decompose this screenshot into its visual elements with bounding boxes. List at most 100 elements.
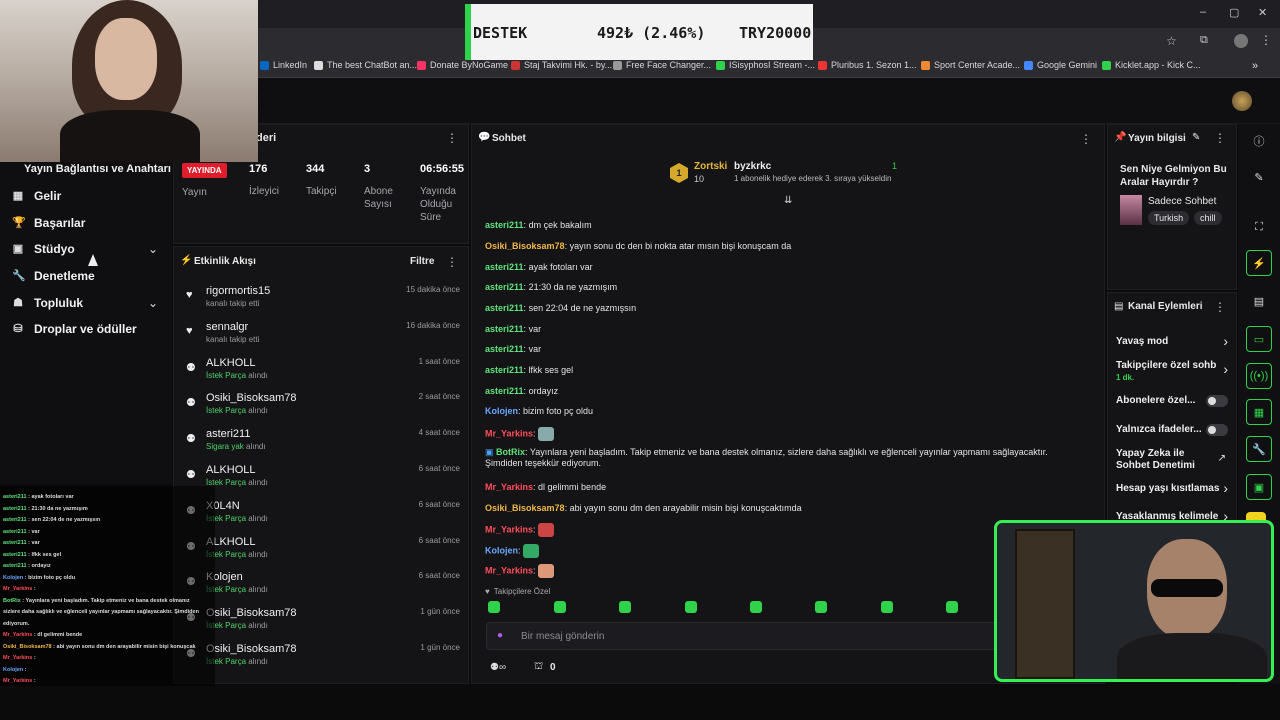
nav-item-income[interactable]: ▦ Gelir [12,189,62,203]
bookmark-item[interactable]: The best ChatBot an... [314,60,417,70]
activity-username[interactable]: Osiki_Bisoksam78 [206,643,296,655]
emote-icon[interactable] [881,601,893,613]
emote-icon[interactable] [554,601,566,613]
chat-username[interactable]: asteri211 [485,365,524,375]
activity-username[interactable]: sennalgr [206,321,248,333]
more-icon[interactable]: ⋮ [1214,131,1226,145]
wrench-icon[interactable]: 🔧 [1246,436,1272,462]
chevron-right-icon[interactable]: › [1223,480,1228,496]
slow-mode-action[interactable]: Yavaş mod [1116,336,1168,348]
pin-icon: 📌 [1114,132,1127,143]
menu-icon[interactable]: ⋮ [1260,33,1272,47]
more-icon[interactable]: ⋮ [1214,300,1226,314]
category-name[interactable]: Sadece Sohbet [1148,196,1216,207]
info-icon[interactable]: ⓘ [1246,128,1272,154]
followers-only-action[interactable]: Takipçilere özel sohbe [1116,360,1216,372]
chevron-down-icon[interactable]: ⌄ [148,296,158,310]
bookmark-item[interactable]: Pluribus 1. Sezon 1... [818,60,917,70]
star-icon[interactable]: ☆ [1166,34,1177,48]
chat-username[interactable]: Kolojen [485,545,518,555]
chat-username[interactable]: asteri211 [485,303,524,313]
emote-icon[interactable] [619,601,631,613]
chat-icon[interactable]: ▭ [1246,326,1272,352]
broadcast-icon[interactable]: ((•)) [1246,363,1272,389]
nav-item-studio[interactable]: ▣ Stüdyo [12,242,162,256]
chevron-down-icon[interactable]: ⌄ [148,242,158,256]
bookmarks-overflow-icon[interactable]: » [1252,60,1258,72]
chevron-right-icon[interactable]: › [1223,333,1228,349]
account-age-action[interactable]: Hesap yaşı kısıtlamas [1116,483,1219,495]
minimize-button[interactable]: – [1200,6,1206,18]
chat-username[interactable]: asteri211 [485,262,524,272]
emote-icon[interactable] [685,601,697,613]
maximize-button[interactable]: ▢ [1229,6,1239,19]
emotes-only-toggle[interactable] [1206,424,1228,436]
bookmark-item[interactable]: ISisyphosI Stream -... [716,60,815,70]
channel-points-icon[interactable]: ⚉∞ [490,662,506,673]
emote-icon[interactable] [815,601,827,613]
chat-username[interactable]: asteri211 [485,282,524,292]
chat-username[interactable]: asteri211 [485,386,524,396]
chat-username[interactable]: asteri211 [485,344,524,354]
bookmark-item[interactable]: Staj Takvimi Hk. - by... [511,60,612,70]
emote-icon[interactable] [750,601,762,613]
nav-item-drops[interactable]: ⛁ Droplar ve ödüller [12,322,136,336]
activity-username[interactable]: asteri211 [206,428,250,440]
gifter-name[interactable]: Zortski [694,161,727,172]
chat-username[interactable]: Osiki_Bisoksam78 [485,241,565,251]
chat-username[interactable]: Mr_Yarkins [485,428,533,438]
emote-icon[interactable] [488,601,500,613]
recipient-name[interactable]: byzkrkc [734,161,771,172]
chat-username[interactable]: asteri211 [485,324,524,334]
chat-username[interactable]: Mr_Yarkins [485,524,533,534]
more-icon[interactable]: ⋮ [446,255,458,269]
chat-username[interactable]: Kolojen [485,406,518,416]
close-window-button[interactable]: ✕ [1258,6,1267,19]
filter-button[interactable]: Filtre [410,256,434,267]
bolt-icon[interactable]: ⚡ [1246,250,1272,276]
mic-icon[interactable]: ● [497,630,503,641]
bookmark-item[interactable]: LinkedIn [260,60,307,70]
more-icon[interactable]: ⋮ [1080,132,1092,146]
activity-username[interactable]: rigormortis15 [206,285,270,297]
viewers-stat: 176 İzleyici [249,163,280,197]
activity-username[interactable]: Osiki_Bisoksam78 [206,607,296,619]
activity-username[interactable]: ALKHOLL [206,464,256,476]
ai-moderation-action[interactable]: Yapay Zeka ile Sohbet Denetimi [1116,448,1211,472]
extensions-icon[interactable]: ⧉ [1200,34,1208,47]
nav-item-community[interactable]: ☗ Topluluk [12,296,83,310]
bookmark-item[interactable]: Free Face Changer... [613,60,711,70]
activity-username[interactable]: ALKHOLL [206,357,256,369]
more-icon[interactable]: ⋮ [446,131,458,145]
bookmark-item[interactable]: Kicklet.app - Kick C... [1102,60,1201,70]
bookmark-item[interactable]: Google Gemini [1024,60,1097,70]
layout-icon[interactable]: ▦ [1246,399,1272,425]
clipboard-icon[interactable]: ▤ [1246,288,1272,314]
profile-avatar[interactable] [1234,34,1248,48]
activity-username[interactable]: Osiki_Bisoksam78 [206,392,296,404]
store-icon[interactable]: ⛫ [534,661,543,674]
user-avatar[interactable] [1232,91,1252,111]
pen-icon[interactable]: ✎ [1246,164,1272,190]
edit-icon[interactable]: ✎ [1192,132,1200,143]
chat-username[interactable]: asteri211 [485,220,524,230]
subs-only-toggle[interactable] [1206,395,1228,407]
nav-stream-key[interactable]: Yayın Bağlantısı ve Anahtarı [24,163,171,175]
category-thumbnail[interactable] [1120,195,1142,225]
bookmark-item[interactable]: Sport Center Acade... [921,60,1020,70]
bookmark-item[interactable]: Donate ByNoGame [417,60,508,70]
nav-item-achievements[interactable]: 🏆 Başarılar [12,216,85,230]
nav-item-moderation[interactable]: 🔧 Denetleme [12,269,95,283]
chat-username[interactable]: BotRix [496,447,525,457]
chat-username[interactable]: Mr_Yarkins [485,482,533,492]
chat-username[interactable]: Osiki_Bisoksam78 [485,503,565,513]
chat-username[interactable]: Mr_Yarkins [485,565,533,575]
tag-chip[interactable]: Turkish [1148,211,1190,225]
dashboard-icon[interactable]: ▣ [1246,474,1272,500]
fullscreen-icon[interactable]: ⛶ [1246,214,1272,240]
chevron-right-icon[interactable]: › [1223,361,1228,377]
tag-chip[interactable]: chill [1194,211,1222,225]
emote-icon[interactable] [946,601,958,613]
external-link-icon[interactable]: ↗ [1218,453,1226,464]
scroll-down-icon[interactable]: ⇊ [784,195,792,206]
